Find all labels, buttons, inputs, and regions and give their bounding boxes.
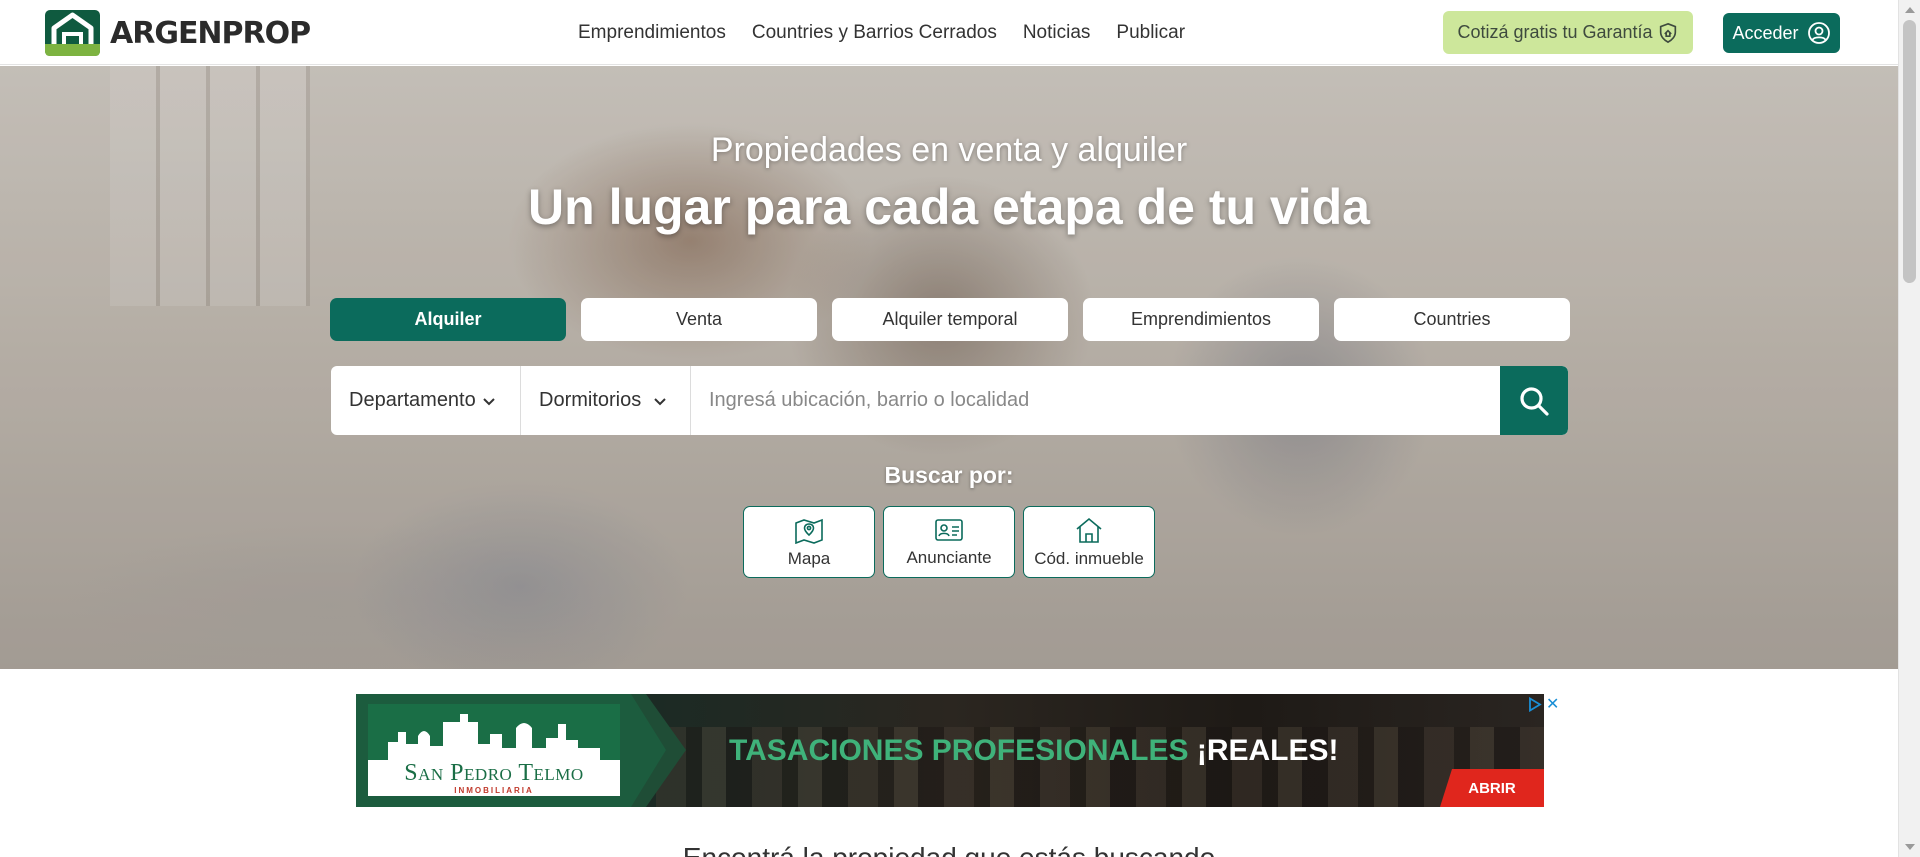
- map-pin-icon: [795, 518, 823, 544]
- id-card-icon: [935, 518, 963, 541]
- adchoices-icon[interactable]: [1528, 696, 1542, 712]
- scroll-down-arrow-icon[interactable]: [1905, 844, 1915, 850]
- bedrooms-value: Dormitorios: [539, 389, 642, 411]
- search-by-property-code-label: Cód. inmueble: [1034, 548, 1144, 568]
- property-type-value: Departamento: [349, 389, 476, 411]
- tab-alquiler-temporal[interactable]: Alquiler temporal: [832, 298, 1068, 341]
- property-type-select[interactable]: Departamento: [331, 366, 521, 435]
- search-button[interactable]: [1500, 366, 1568, 435]
- search-by-label: Buscar por:: [884, 462, 1014, 488]
- ad-banner[interactable]: San Pedro Telmo INMOBILIARIA TASACIONES …: [356, 694, 1544, 807]
- nav-item-noticias[interactable]: Noticias: [1023, 22, 1091, 44]
- search-bar: Departamento Dormitorios: [331, 366, 1568, 435]
- ad-choices: ✕: [1528, 694, 1559, 714]
- search-by-options: Mapa Anunciante Cód. inmueble: [743, 506, 1155, 578]
- hero-subtitle: Propiedades en venta y alquiler: [710, 131, 1188, 169]
- shield-icon: [1659, 22, 1676, 43]
- city-skyline-icon: [388, 714, 600, 760]
- ad-logo-subtitle: INMOBILIARIA: [454, 786, 534, 795]
- ad-headline-primary: TASACIONES PROFESIONALES: [729, 734, 1189, 767]
- tab-countries[interactable]: Countries: [1334, 298, 1570, 341]
- hero-banner: Propiedades en venta y alquiler Un lugar…: [0, 66, 1898, 669]
- search-by-map-label: Mapa: [787, 548, 831, 568]
- ad-logo: San Pedro Telmo INMOBILIARIA: [368, 704, 620, 796]
- ad-open-button[interactable]: ABRIR: [1440, 769, 1544, 807]
- page-scrollbar[interactable]: [1898, 0, 1920, 857]
- brand-name: ARGENPROP: [110, 15, 311, 51]
- garantia-label: Cotizá gratis tu Garantía: [1457, 22, 1653, 42]
- scroll-up-arrow-icon[interactable]: [1905, 7, 1915, 13]
- scrollbar-thumb[interactable]: [1903, 20, 1916, 283]
- search-icon: [1520, 386, 1549, 416]
- bedrooms-select[interactable]: Dormitorios: [521, 366, 691, 435]
- ad-logo-name: San Pedro Telmo: [404, 760, 584, 786]
- house-icon: [1076, 517, 1102, 543]
- nav-item-countries[interactable]: Countries y Barrios Cerrados: [752, 22, 997, 44]
- hero-title: Un lugar para cada etapa de tu vida: [528, 179, 1370, 235]
- search-by-advertiser-label: Anunciante: [906, 547, 992, 567]
- login-button[interactable]: Acceder: [1723, 13, 1840, 53]
- section-heading: Encontrá la propiedad que estás buscando: [0, 842, 1898, 857]
- tab-venta[interactable]: Venta: [581, 298, 817, 341]
- chevron-down-icon: [654, 397, 666, 405]
- chevron-down-icon: [483, 397, 495, 405]
- search-by-advertiser-button[interactable]: Anunciante: [883, 506, 1015, 578]
- site-header: ARGENPROP Emprendimientos Countries y Ba…: [0, 0, 1898, 65]
- main-nav: Emprendimientos Countries y Barrios Cerr…: [578, 0, 1211, 65]
- nav-item-publicar[interactable]: Publicar: [1116, 22, 1185, 44]
- tab-emprendimientos[interactable]: Emprendimientos: [1083, 298, 1319, 341]
- nav-item-emprendimientos[interactable]: Emprendimientos: [578, 22, 726, 44]
- brand-logo[interactable]: ARGENPROP: [45, 10, 311, 56]
- ad-headline: TASACIONES PROFESIONALES ¡REALES!: [729, 734, 1339, 768]
- garantia-button[interactable]: Cotizá gratis tu Garantía: [1443, 11, 1693, 54]
- login-label: Acceder: [1732, 22, 1799, 43]
- location-search-input[interactable]: [691, 366, 1500, 435]
- operation-tabs: Alquiler Venta Alquiler temporal Emprend…: [330, 298, 1570, 341]
- user-circle-icon: [1807, 22, 1830, 44]
- house-logo-icon: [45, 10, 100, 56]
- search-by-property-code-button[interactable]: Cód. inmueble: [1023, 506, 1155, 578]
- tab-alquiler[interactable]: Alquiler: [330, 298, 566, 341]
- ad-close-icon[interactable]: ✕: [1546, 694, 1559, 714]
- ad-headline-secondary: ¡REALES!: [1196, 734, 1339, 767]
- search-by-map-button[interactable]: Mapa: [743, 506, 875, 578]
